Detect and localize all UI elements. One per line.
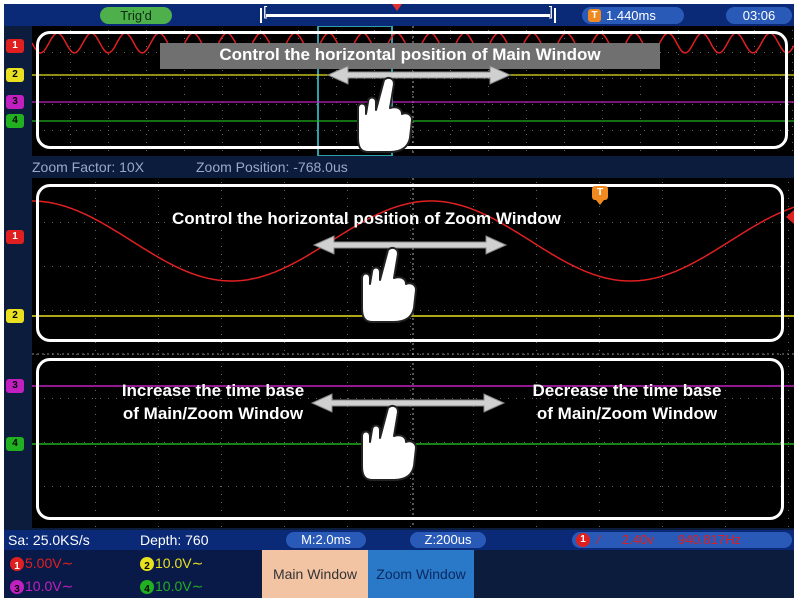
memory-position-bar[interactable]: [ ]	[260, 5, 556, 23]
main-ch4-marker[interactable]: 4	[6, 114, 24, 128]
zoom-window-annotation: Control the horizontal position of Zoom …	[172, 209, 561, 228]
ch2-badge: 2	[140, 557, 154, 572]
memory-bracket-left: [	[261, 5, 270, 21]
zoom-ch2-marker[interactable]: 2	[6, 309, 24, 323]
main-ch2-marker[interactable]: 2	[6, 68, 24, 82]
ch2-setting[interactable]: 2 10.0V∼	[140, 553, 203, 573]
ch4-setting[interactable]: 4 10.0V∼	[140, 576, 203, 596]
zoom-ch3-marker[interactable]: 3	[6, 379, 24, 393]
tab-main-window[interactable]: Main Window	[262, 550, 368, 598]
memory-depth: Depth: 760	[140, 532, 209, 548]
zoom-position: Zoom Position: -768.0us	[196, 159, 348, 175]
ch3-coupling: ∼	[61, 578, 74, 594]
increase-timebase-annotation: Increase the time base of Main/Zoom Wind…	[88, 379, 338, 425]
main-ch3-marker[interactable]: 3	[6, 95, 24, 109]
ch1-scale: 5.00V	[25, 555, 62, 571]
trigger-position-marker-icon	[392, 4, 402, 11]
ch4-scale: 10.0V	[155, 578, 192, 594]
ch4-coupling: ∼	[191, 578, 204, 594]
trigger-info[interactable]: 1 ∕ 2.40v 940.817Hz	[572, 532, 792, 548]
memory-bracket-right: ]	[546, 5, 555, 21]
decrease-timebase-annotation: Decrease the time base of Main/Zoom Wind…	[502, 379, 752, 425]
zoom-trigger-marker-icon: T	[592, 186, 610, 206]
ch1-coupling: ∼	[61, 555, 74, 571]
trigger-time-value: 1.440ms	[606, 8, 656, 23]
trigger-status-badge: Trig'd	[100, 7, 172, 24]
main-ch1-marker[interactable]: 1	[6, 39, 24, 53]
bottom-status-bar: Sa: 25.0KS/s Depth: 760 M:2.0ms Z:200us …	[4, 530, 794, 550]
zoom-factor: Zoom Factor: 10X	[32, 159, 145, 175]
increase-line-1: Increase the time base	[121, 381, 305, 400]
ch2-coupling: ∼	[191, 555, 204, 571]
main-timebase[interactable]: M:2.0ms	[286, 532, 366, 548]
zoom-ch1-marker[interactable]: 1	[6, 230, 24, 244]
trigger-level: 2.40v	[622, 532, 654, 547]
channel-settings-panel: 1 5.00V∼ 2 10.0V∼ 3 10.0V∼ 4 10.0V∼	[4, 550, 260, 598]
zoom-window-panel[interactable]: Control the horizontal position of Zoom …	[32, 178, 794, 528]
zoom-ch4-marker[interactable]: 4	[6, 437, 24, 451]
oscilloscope-screen: Trig'd [ ] T 1.440ms 03:06 Control the h…	[4, 4, 794, 598]
ch3-scale: 10.0V	[25, 578, 62, 594]
menu-spacer	[474, 550, 794, 598]
clock: 03:06	[726, 7, 792, 24]
ch4-badge: 4	[140, 580, 154, 595]
tab-zoom-window[interactable]: Zoom Window	[368, 550, 474, 598]
trigger-channel-icon: 1	[576, 533, 590, 547]
ch3-setting[interactable]: 3 10.0V∼	[10, 576, 73, 596]
increase-line-2: of Main/Zoom Window	[122, 404, 304, 423]
ch2-scale: 10.0V	[155, 555, 192, 571]
zoom-info-bar: Zoom Factor: 10X Zoom Position: -768.0us	[4, 156, 794, 178]
trigger-frequency: 940.817Hz	[678, 532, 741, 547]
zoom-timebase[interactable]: Z:200us	[410, 532, 486, 548]
main-hand-pointer-icon	[357, 76, 413, 153]
trigger-time-display: T 1.440ms	[582, 7, 684, 24]
top-status-bar: Trig'd [ ] T 1.440ms 03:06	[4, 4, 794, 26]
decrease-line-1: Decrease the time base	[532, 381, 722, 400]
ch1-setting[interactable]: 1 5.00V∼	[10, 553, 73, 573]
trigger-t-icon: T	[588, 9, 601, 22]
timebase-hand-pointer-icon	[361, 404, 417, 481]
main-window-panel[interactable]: Control the horizontal position of Main …	[32, 26, 794, 156]
memory-position-line	[266, 14, 550, 17]
ch3-badge: 3	[10, 580, 24, 595]
decrease-line-2: of Main/Zoom Window	[536, 404, 718, 423]
sample-rate: Sa: 25.0KS/s	[8, 532, 90, 548]
trigger-slope-icon: ∕	[598, 532, 601, 547]
zoom-hand-pointer-icon	[361, 246, 417, 323]
trigger-level-marker-icon	[786, 210, 794, 224]
ch1-badge: 1	[10, 557, 24, 572]
